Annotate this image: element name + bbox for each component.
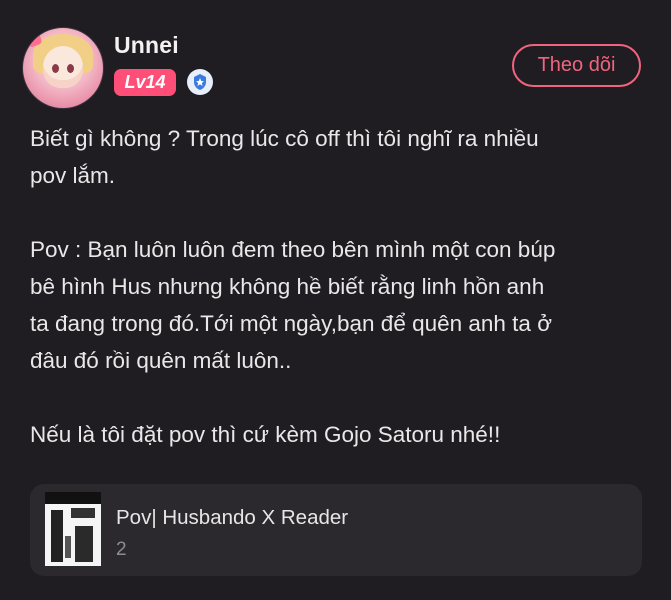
linked-story-card[interactable]: Pov| Husbando X Reader 2	[30, 484, 642, 576]
author-name[interactable]: Unnei	[114, 32, 179, 59]
story-count: 2	[116, 539, 127, 560]
avatar-eye	[52, 64, 59, 73]
avatar[interactable]	[22, 27, 104, 109]
story-cover-image	[45, 492, 101, 566]
post-paragraph: Biết gì không ? Trong lúc cô off thì tôi…	[30, 126, 539, 188]
avatar-eye	[67, 64, 74, 73]
avatar-face	[43, 46, 83, 88]
post-paragraph: Pov : Bạn luôn luôn đem theo bên mình mộ…	[30, 237, 556, 373]
post-content: Biết gì không ? Trong lúc cô off thì tôi…	[30, 120, 650, 453]
shield-star-icon	[187, 69, 213, 95]
follow-button[interactable]: Theo dõi	[512, 44, 641, 87]
post-header: Unnei Lv14 Theo dõi	[22, 22, 641, 109]
level-badge: Lv14	[114, 69, 176, 96]
post-paragraph: Nếu là tôi đặt pov thì cứ kèm Gojo Sator…	[30, 422, 501, 447]
story-title: Pov| Husbando X Reader	[116, 506, 349, 529]
